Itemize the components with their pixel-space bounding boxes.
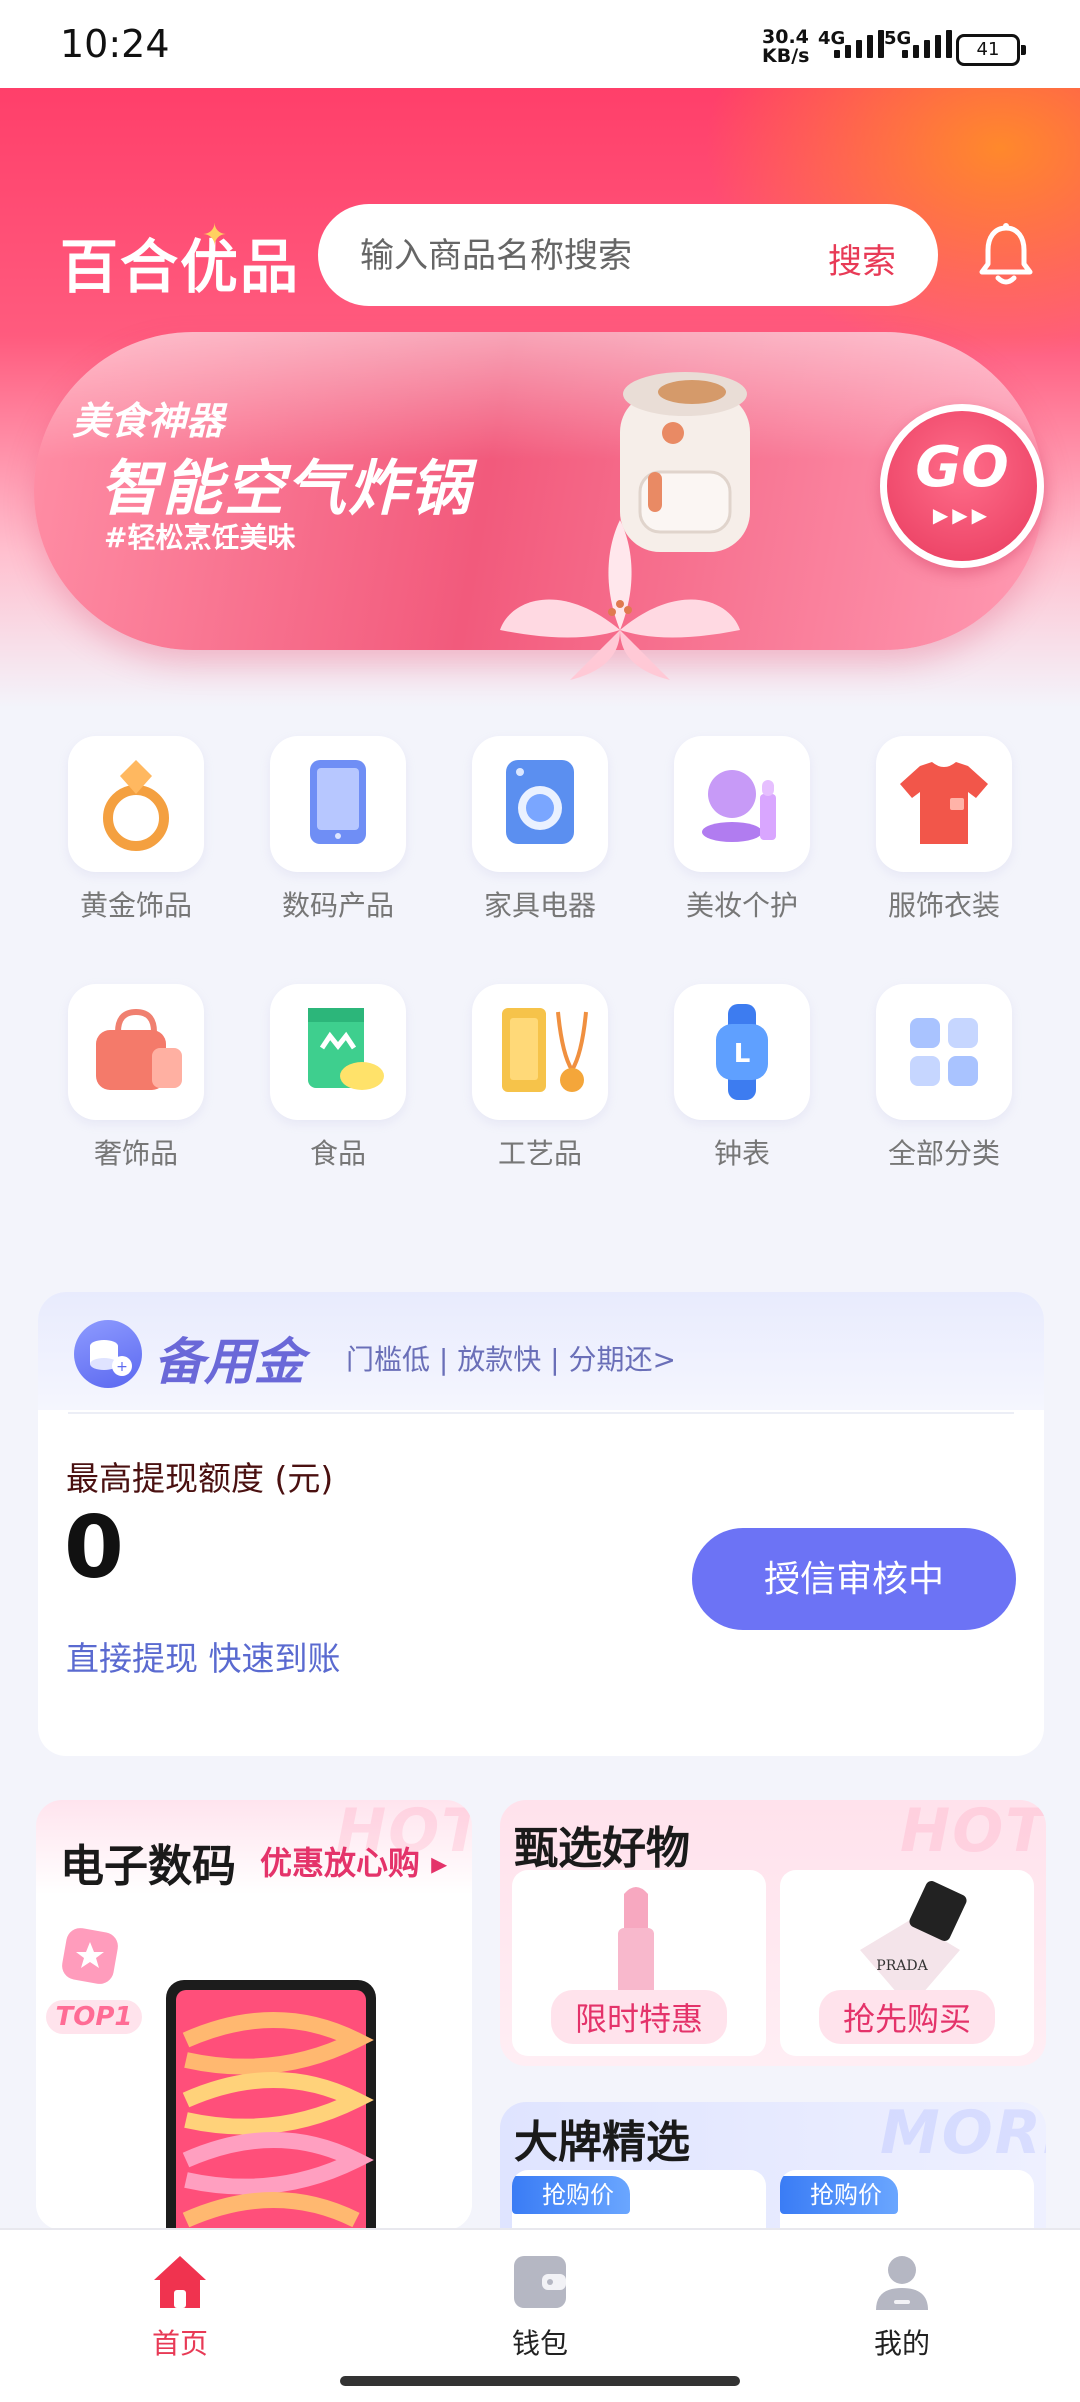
- washing-machine-icon: [472, 736, 608, 872]
- signal-icon: [902, 30, 952, 58]
- category-label: 黄金饰品: [79, 889, 192, 922]
- deal-price-tag: 抢购价: [512, 2176, 630, 2214]
- profile-icon: [876, 2256, 928, 2310]
- category-label: 美妆个护: [685, 889, 798, 922]
- category-label: 食品: [309, 1137, 366, 1170]
- perfume-brand: PRADA: [876, 1958, 928, 1974]
- banner-tag: #轻松烹饪美味: [104, 521, 296, 554]
- category-apparel[interactable]: 服饰衣装: [864, 736, 1024, 924]
- section-title: 大牌精选: [514, 2117, 690, 2168]
- logo-star-icon: ✦: [202, 218, 228, 253]
- section-more-link[interactable]: 优惠放心购 ▸: [260, 1838, 447, 1884]
- section-selected[interactable]: HOT 甄选好物 限时特惠 PRADA 抢先购买: [500, 1800, 1046, 2066]
- tablet-product-image: [166, 1980, 376, 2230]
- credit-slogan[interactable]: 门槛低 | 放款快 | 分期还>: [346, 1338, 676, 1378]
- divider: [68, 1412, 1014, 1414]
- category-gold-jewelry[interactable]: 黄金饰品: [56, 736, 216, 924]
- section-title: 甄选好物: [514, 1823, 690, 1874]
- banner-go-button[interactable]: GO ▶▶▶: [880, 404, 1044, 568]
- credit-review-button[interactable]: 授信审核中: [692, 1528, 1016, 1630]
- nav-home[interactable]: 首页: [100, 2250, 260, 2362]
- top1-badge: TOP1: [46, 2000, 142, 2034]
- home-icon: [154, 2256, 206, 2308]
- category-label: 家具电器: [483, 889, 596, 922]
- deal-price-tag: 抢购价: [780, 2176, 898, 2214]
- category-all[interactable]: 全部分类: [864, 984, 1024, 1172]
- wallet-icon: [514, 2256, 566, 2308]
- go-arrows-icon: ▶▶▶: [932, 503, 992, 527]
- category-label: 数码产品: [281, 889, 394, 922]
- withdraw-link[interactable]: 直接提现 快速到账: [66, 1632, 341, 1680]
- app-logo: 百合优品: [60, 233, 301, 301]
- credit-brand: 备用金: [154, 1333, 304, 1391]
- section-title: 电子数码: [60, 1841, 236, 1892]
- section-digital[interactable]: HOT 电子数码 优惠放心购 ▸ TOP1: [36, 1800, 472, 2230]
- product-card-perfume[interactable]: PRADA 抢先购买: [780, 1870, 1034, 2056]
- grid-icon: [876, 984, 1012, 1120]
- home-indicator[interactable]: [340, 2376, 740, 2386]
- tablet-icon: [270, 736, 406, 872]
- category-watches[interactable]: L 钟表: [662, 984, 822, 1172]
- bell-icon[interactable]: [978, 222, 1034, 288]
- banner-title: 智能空气炸锅: [100, 454, 472, 524]
- lily-flower-image: [500, 520, 740, 680]
- category-beauty[interactable]: 美妆个护: [662, 736, 822, 924]
- category-digital[interactable]: 数码产品: [258, 736, 418, 924]
- search-input[interactable]: [358, 204, 782, 308]
- tshirt-icon: [876, 736, 1012, 872]
- credit-limit-label: 最高提现额度 (元): [66, 1459, 334, 1498]
- product-card[interactable]: TOP1: [36, 1910, 472, 2230]
- nav-label: 钱包: [511, 2327, 568, 2360]
- category-label: 服饰衣装: [887, 889, 1000, 922]
- category-appliances[interactable]: 家具电器: [460, 736, 620, 924]
- deal-pill: 抢先购买: [818, 1990, 996, 2044]
- category-crafts[interactable]: 工艺品: [460, 984, 620, 1172]
- svg-text:L: L: [734, 1039, 751, 1069]
- category-label: 钟表: [713, 1137, 770, 1170]
- handbag-icon: [68, 984, 204, 1120]
- svg-text:+: +: [116, 1359, 128, 1375]
- credit-header[interactable]: + 备用金 门槛低 | 放款快 | 分期还>: [38, 1292, 1044, 1410]
- star-badge-icon: [62, 1928, 118, 1984]
- nav-label: 我的: [873, 2327, 930, 2360]
- banner-subtitle: 美食神器: [72, 399, 225, 443]
- nav-profile[interactable]: 我的: [822, 2250, 982, 2362]
- go-label: GO: [915, 435, 1009, 500]
- category-food[interactable]: 食品: [258, 984, 418, 1172]
- gold-bar-icon: [472, 984, 608, 1120]
- category-luxury[interactable]: 奢饰品: [56, 984, 216, 1172]
- signal-icon: [834, 30, 884, 58]
- category-label: 工艺品: [497, 1137, 582, 1170]
- credit-limit-amount: 0: [64, 1498, 124, 1598]
- category-label: 全部分类: [887, 1137, 1000, 1170]
- network-speed: 30.4 KB/s: [762, 28, 809, 66]
- nav-wallet[interactable]: 钱包: [460, 2250, 620, 2362]
- product-card-lipstick[interactable]: 限时特惠: [512, 1870, 766, 2056]
- snack-icon: [270, 984, 406, 1120]
- search-bar[interactable]: 搜索: [318, 204, 938, 308]
- hot-watermark: HOT: [900, 1800, 1046, 1866]
- credit-card-panel: + 备用金 门槛低 | 放款快 | 分期还> 最高提现额度 (元) 0 直接提现…: [38, 1292, 1044, 1756]
- status-time: 10:24: [60, 22, 170, 66]
- network-speed-unit: KB/s: [762, 45, 810, 67]
- battery-indicator: 41: [956, 34, 1026, 66]
- category-label: 奢饰品: [93, 1137, 178, 1170]
- coin-stack-icon: +: [74, 1320, 142, 1388]
- makeup-icon: [674, 736, 810, 872]
- nav-label: 首页: [151, 2327, 208, 2360]
- watch-icon: L: [674, 984, 810, 1120]
- search-button[interactable]: 搜索: [828, 234, 896, 283]
- more-watermark: MORE: [880, 2102, 1046, 2168]
- deal-pill: 限时特惠: [550, 1990, 728, 2044]
- gold-ring-icon: [68, 736, 204, 872]
